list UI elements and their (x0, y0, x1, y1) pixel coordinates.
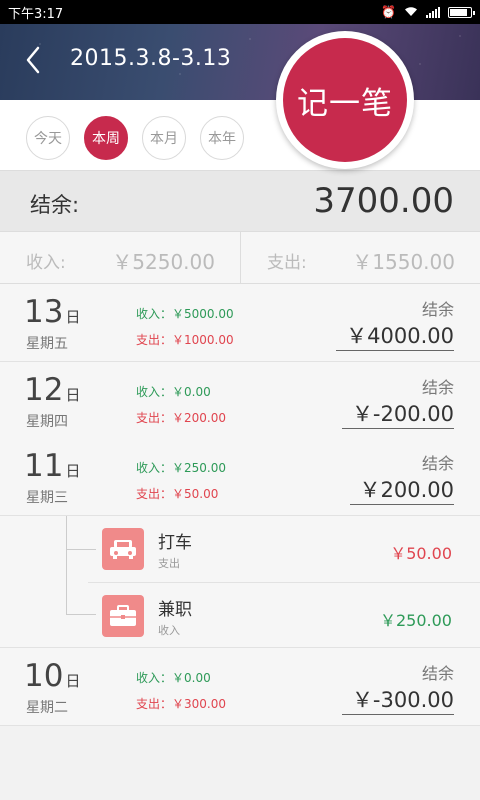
expense-value: ￥1550.00 (352, 250, 455, 274)
expense-summary: 支出: ￥1550.00 (240, 232, 480, 284)
tab-this-month[interactable]: 本月 (142, 116, 186, 160)
back-button[interactable] (18, 42, 50, 78)
alarm-icon: ⏰ (381, 5, 396, 19)
day-balance-value: ￥200.00 (349, 474, 454, 505)
day-balance-label: 结余 (421, 664, 454, 683)
date-range-title: 2015.3.8-3.13 (70, 46, 232, 71)
weekday: 星期四 (26, 414, 68, 430)
day-expense: 支出：￥300.00 (136, 697, 226, 711)
car-icon (102, 528, 144, 570)
weekday: 星期五 (26, 336, 68, 352)
day-expense: 支出：￥200.00 (136, 411, 226, 425)
income-summary: 收入: ￥5250.00 (0, 232, 240, 284)
day-income: 收入：￥5000.00 (136, 307, 234, 321)
entry-item-part-time[interactable]: 兼职 收入 ￥250.00 (88, 582, 480, 648)
entry-amount: ￥250.00 (380, 611, 452, 630)
expense-label: 支出: (267, 253, 307, 273)
entry-item-taxi[interactable]: 打车 支出 ￥50.00 (88, 516, 480, 582)
day-balance-label: 结余 (421, 454, 454, 473)
day-number: 13 日 (24, 294, 81, 330)
day-row[interactable]: 11 日 星期三 收入：￥250.00 支出：￥50.00 结余 ￥200.00 (0, 438, 480, 516)
day-balance-value: ￥-300.00 (341, 684, 454, 715)
battery-fill (450, 8, 467, 16)
entry-type: 收入 (158, 624, 180, 637)
battery-icon (448, 6, 475, 18)
status-icons: ⏰ (381, 5, 475, 19)
entry-list: 打车 支出 ￥50.00 兼职 收入 ￥250.00 (0, 516, 480, 648)
income-value: ￥5250.00 (112, 250, 215, 274)
chevron-left-icon (26, 46, 40, 74)
add-record-button[interactable]: 记一笔 (276, 31, 414, 169)
day-row[interactable]: 10 日 星期二 收入：￥0.00 支出：￥300.00 结余 ￥-300.00 (0, 648, 480, 726)
entry-name: 打车 (158, 533, 192, 553)
weekday: 星期三 (26, 490, 68, 506)
tab-today[interactable]: 今天 (26, 116, 70, 160)
tab-this-year[interactable]: 本年 (200, 116, 244, 160)
day-balance-label: 结余 (421, 378, 454, 397)
day-balance-value: ￥4000.00 (336, 320, 454, 351)
tab-this-week[interactable]: 本周 (84, 116, 128, 160)
briefcase-icon (102, 595, 144, 637)
entry-name: 兼职 (158, 600, 192, 620)
signal-icon (426, 6, 440, 18)
wifi-icon (404, 6, 418, 19)
day-number: 10 日 (24, 658, 81, 694)
tree-line (66, 516, 67, 614)
day-balance-value: ￥-200.00 (341, 398, 454, 429)
weekday: 星期二 (26, 700, 68, 716)
day-income: 收入：￥250.00 (136, 461, 226, 475)
balance-summary: 结余: 3700.00 (0, 170, 480, 232)
income-label: 收入: (26, 253, 66, 273)
balance-label: 结余: (30, 193, 80, 217)
day-row[interactable]: 12 日 星期四 收入：￥0.00 支出：￥200.00 结余 ￥-200.00 (0, 362, 480, 440)
day-number: 12 日 (24, 372, 81, 408)
day-number: 11 日 (24, 448, 81, 484)
entry-amount: ￥50.00 (390, 544, 452, 563)
day-row[interactable]: 13 日 星期五 收入：￥5000.00 支出：￥1000.00 结余 ￥4000… (0, 284, 480, 362)
status-time: 下午3:17 (8, 6, 64, 22)
balance-value: 3700.00 (313, 181, 454, 221)
add-record-label: 记一笔 (283, 38, 407, 162)
day-expense: 支出：￥50.00 (136, 487, 219, 501)
status-bar: 下午3:17 ⏰ (0, 0, 480, 24)
entry-type: 支出 (158, 557, 180, 570)
income-expense-summary: 收入: ￥5250.00 支出: ￥1550.00 (0, 232, 480, 284)
day-income: 收入：￥0.00 (136, 671, 211, 685)
day-income: 收入：￥0.00 (136, 385, 211, 399)
day-balance-label: 结余 (421, 300, 454, 319)
day-expense: 支出：￥1000.00 (136, 333, 234, 347)
